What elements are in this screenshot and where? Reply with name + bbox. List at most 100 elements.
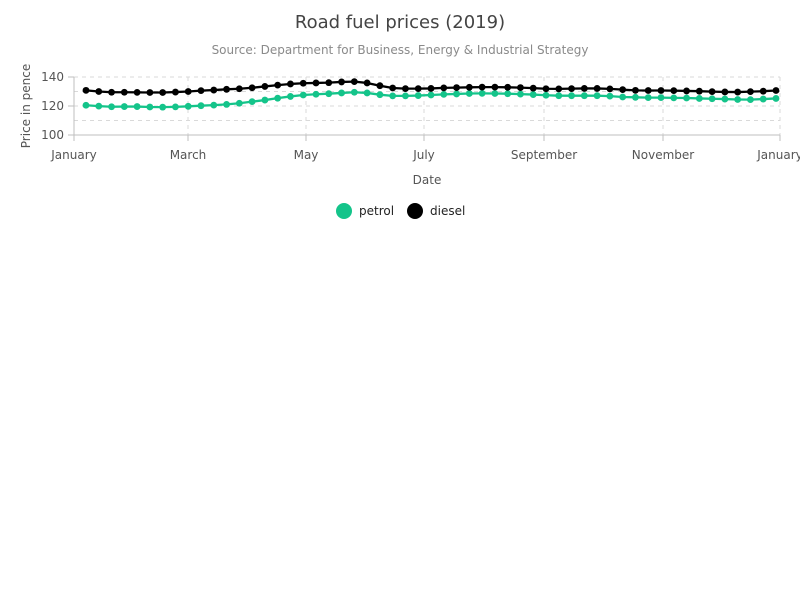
data-point-petrol [108,103,115,111]
data-point-diesel [95,88,103,95]
data-point-petrol [517,90,524,98]
data-point-petrol [133,103,141,110]
line-chart: Road fuel prices (2019) Source: Departme… [19,12,800,219]
data-point-diesel [414,85,422,92]
legend-marker-diesel [407,203,423,219]
data-point-diesel [453,84,460,91]
data-point-petrol [82,101,90,109]
data-point-petrol [120,103,128,110]
data-point-petrol [759,95,767,103]
data-point-diesel [274,81,282,89]
chart-container: Road fuel prices (2019) Source: Departme… [0,0,800,600]
data-point-petrol [146,103,154,111]
data-point-diesel [734,88,742,96]
data-point-petrol [721,95,729,103]
data-point-petrol [287,93,294,100]
data-point-petrol [184,102,192,110]
data-point-diesel [338,78,345,86]
data-point-petrol [325,90,333,98]
data-point-petrol [644,94,652,101]
data-point-diesel [427,85,435,92]
data-point-diesel [504,83,512,91]
data-point-petrol [427,91,435,99]
data-point-diesel [235,85,243,93]
data-point-diesel [210,86,218,94]
data-point-petrol [440,91,448,98]
data-point-diesel [478,83,486,91]
data-point-diesel [619,86,627,94]
data-point-petrol [363,89,371,97]
data-point-diesel [172,88,179,96]
data-point-diesel [82,86,90,94]
data-point-diesel [312,79,320,87]
data-point-diesel [363,79,371,87]
data-point-petrol [312,90,320,98]
data-point-petrol [580,92,588,100]
y-axis-label: Price in pence [19,64,33,148]
data-point-diesel [108,88,115,96]
data-point-petrol [606,92,614,100]
data-point-petrol [95,102,103,110]
data-point-petrol [529,91,537,98]
chart-title: Road fuel prices (2019) [295,12,505,33]
data-point-diesel [299,79,307,87]
data-point-petrol [338,89,345,97]
legend-marker-petrol [336,203,352,219]
data-point-petrol [478,89,486,97]
data-point-petrol [299,91,307,99]
data-point-petrol [172,103,179,111]
data-point-diesel [159,89,167,96]
data-point-petrol [747,96,754,104]
data-point-diesel [580,85,588,92]
x-tick-label: May [294,148,319,162]
data-point-diesel [683,87,690,95]
data-point-diesel [376,82,384,90]
data-point-petrol [491,90,499,97]
data-point-diesel [632,86,639,94]
chart-subtitle: Source: Department for Business, Energy … [212,43,589,57]
x-tick-label: September [511,148,577,162]
data-point-petrol [542,91,550,99]
data-point-diesel [120,88,128,96]
data-point-diesel [772,87,780,94]
data-point-petrol [504,90,512,98]
data-point-diesel [606,85,614,93]
data-point-diesel [593,85,601,92]
x-tick-label: July [412,148,435,162]
data-point-diesel [542,85,550,93]
y-tick-label: 100 [41,128,64,142]
data-point-diesel [133,88,141,96]
y-tick-label: 140 [41,70,64,84]
data-point-diesel [759,87,767,95]
data-point-diesel [517,84,524,91]
data-point-diesel [708,88,716,96]
legend-item-diesel: diesel [407,203,465,219]
data-point-diesel [555,85,563,93]
data-point-diesel [529,84,537,92]
data-point-diesel [670,87,678,95]
axis-layer: 100 120 140 January March May July September Nov… [41,70,800,162]
data-point-petrol [235,99,243,107]
data-point-petrol [555,92,563,100]
data-point-diesel [657,87,665,94]
data-point-diesel [465,83,473,91]
x-tick-label: January [756,148,800,162]
data-point-petrol [734,96,742,103]
data-point-diesel [644,87,652,94]
data-point-diesel [695,87,703,95]
data-point-diesel [223,85,230,93]
data-point-diesel [261,83,269,90]
y-tick-label: 120 [41,99,64,113]
data-point-petrol [210,101,218,109]
legend-label-diesel: diesel [430,204,465,218]
x-tick-label: March [170,148,207,162]
data-point-diesel [248,84,256,92]
data-point-diesel [146,89,154,96]
data-point-petrol [683,94,690,102]
data-point-diesel [389,84,397,92]
data-point-petrol [402,92,409,100]
x-tick-label: November [632,148,694,162]
data-point-diesel [197,87,205,95]
data-point-petrol [197,102,205,110]
data-point-diesel [491,83,499,91]
